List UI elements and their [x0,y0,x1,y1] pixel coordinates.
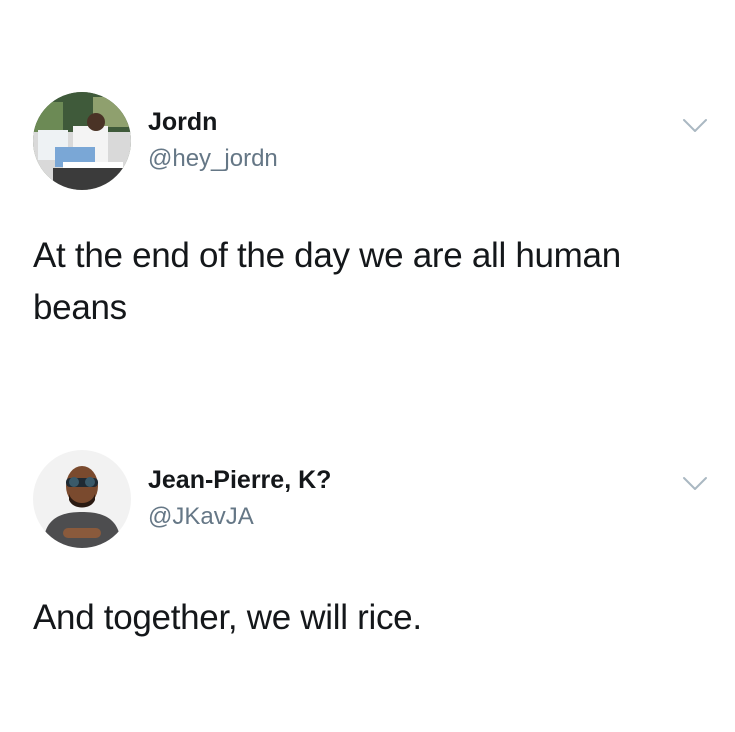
avatar-photo-icon [33,92,131,190]
tweet-text: And together, we will rice. [33,598,422,637]
user-avatar[interactable] [33,450,131,548]
user-handle[interactable]: @JKavJA [148,503,254,531]
display-name[interactable]: Jean-Pierre, K? [148,466,331,495]
user-avatar[interactable] [33,92,131,190]
chevron-down-icon[interactable] [682,118,708,134]
display-name[interactable]: Jordn [148,108,217,137]
user-handle[interactable]: @hey_jordn [148,145,278,173]
tweet-text: At the end of the day we are all human b… [33,236,621,327]
avatar-photo-icon [33,450,131,548]
chevron-down-icon[interactable] [682,476,708,492]
